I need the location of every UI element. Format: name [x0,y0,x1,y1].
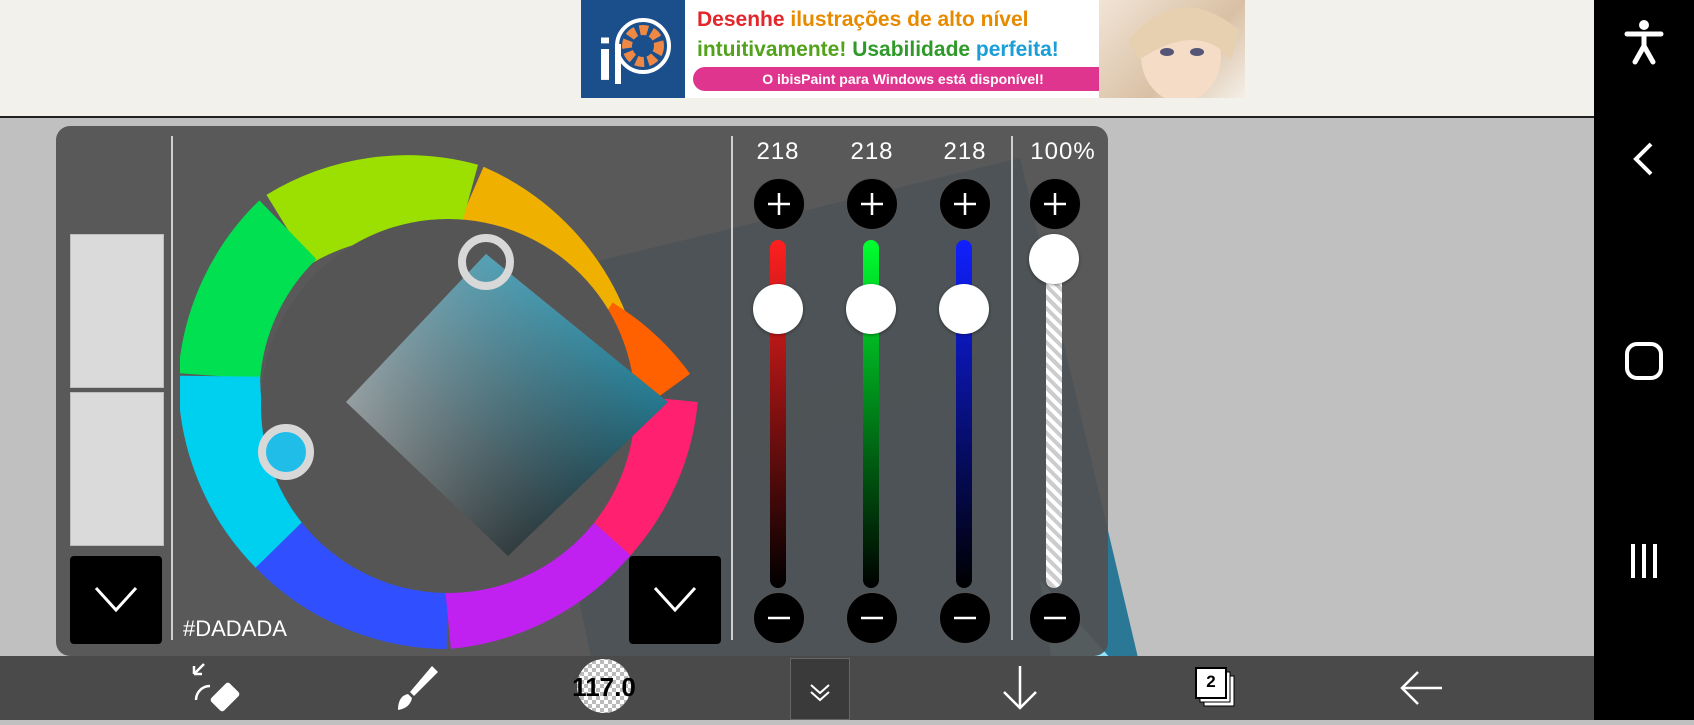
collapse-swatches-button[interactable] [70,556,162,644]
svg-text:i: i [597,28,613,93]
plus-icon [861,193,883,215]
alpha-slider-track[interactable] [1046,240,1062,588]
blue-value: 218 [943,138,987,165]
secondary-color-swatch[interactable] [70,392,164,546]
divider [1011,136,1013,640]
red-increase-button[interactable] [753,178,805,230]
bottom-toolbar: 117.0 2 [0,656,1594,720]
brush-icon [398,666,438,710]
red-value: 218 [756,138,800,165]
back-button[interactable] [1390,656,1454,720]
double-chevron-down-icon [810,684,830,702]
brush-size-label: 117.0 [572,672,636,702]
alpha-increase-button[interactable] [1029,178,1081,230]
nav-home-button[interactable] [1619,336,1669,386]
plus-icon [954,193,976,215]
arrow-left-icon [1400,671,1442,705]
blue-slider-knob[interactable] [939,284,989,334]
transform-tool-button[interactable] [182,656,246,720]
alpha-decrease-button[interactable] [1029,592,1081,644]
ad-text-1a: Desenhe [697,8,785,31]
system-navigation-bar [1594,0,1694,720]
minus-icon [954,616,976,620]
nav-back-button[interactable] [1619,134,1669,184]
ad-banner-bar: i Desenhe ilustrações de alto nível intu… [0,0,1594,118]
ad-illustration [1099,0,1245,98]
green-slider-knob[interactable] [846,284,896,334]
color-panel: #DADADA 218 218 218 100% [56,126,1108,656]
brush-size-button[interactable]: 117.0 [564,656,644,720]
ad-text-1b: ilustrações de alto nível [790,8,1029,31]
accessibility-button[interactable] [1619,16,1669,66]
ad-banner[interactable]: i Desenhe ilustrações de alto nível intu… [581,0,1245,98]
green-decrease-button[interactable] [846,592,898,644]
minus-icon [768,616,790,620]
blue-increase-button[interactable] [939,178,991,230]
red-decrease-button[interactable] [753,592,805,644]
transform-eraser-icon [192,663,240,712]
ibispaint-logo: i [581,0,685,98]
layer-count-label: 2 [1206,672,1216,691]
green-increase-button[interactable] [846,178,898,230]
ad-text-3: O ibisPaint para Windows está disponível… [693,67,1113,91]
minus-icon [861,616,883,620]
alpha-slider-knob[interactable] [1029,234,1079,284]
ad-text-2b: Usabilidade [852,38,971,61]
hue-selector [258,424,314,480]
home-icon [1625,342,1663,380]
arrow-down-icon [1003,666,1037,710]
layers-button[interactable]: 2 [1188,656,1252,720]
minus-icon [1044,616,1066,620]
chevron-down-icon [653,586,697,613]
blue-decrease-button[interactable] [939,592,991,644]
chevron-left-icon [1633,142,1653,176]
divider [731,136,733,640]
collapse-toolbar-button[interactable] [790,658,850,720]
green-value: 218 [850,138,894,165]
alpha-value: 100% [1030,138,1096,165]
chevron-down-icon [94,586,138,613]
nav-recents-button[interactable] [1619,536,1669,586]
move-down-button[interactable] [988,656,1052,720]
divider [171,136,173,640]
plus-icon [768,193,790,215]
hex-color-label: #DADADA [183,616,287,641]
ad-text-2a: intuitivamente! [697,38,847,61]
plus-icon [1044,193,1066,215]
primary-color-swatch[interactable] [70,234,164,388]
collapse-panel-button[interactable] [629,556,721,644]
accessibility-icon [1624,20,1664,65]
ad-text-2c: perfeita! [975,38,1059,61]
recents-icon [1631,544,1657,578]
red-slider-knob[interactable] [753,284,803,334]
brush-tool-button[interactable] [384,656,448,720]
